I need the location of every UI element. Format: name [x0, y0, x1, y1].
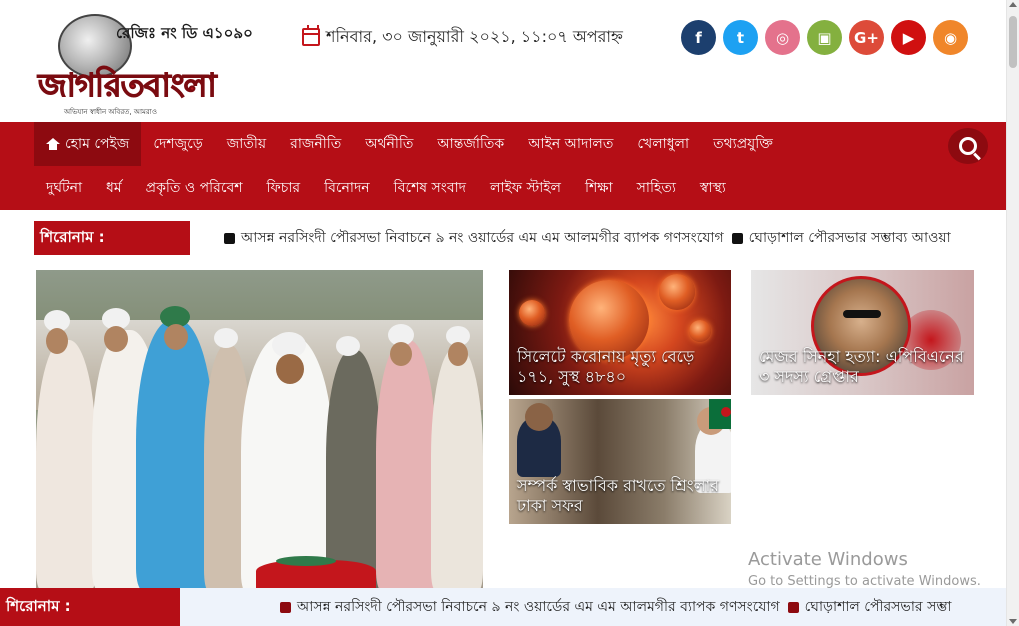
- bullet-icon: [787, 601, 799, 613]
- scroll-up-icon[interactable]: [1009, 2, 1017, 7]
- nav-item-row2-3[interactable]: ফিচার: [255, 166, 313, 210]
- current-date: শনিবার, ৩০ জানুয়ারী ২০২১, ১১:০৭ অপরাহ্ন: [302, 25, 623, 49]
- tile-caption: সম্পর্ক স্বাভাবিক রাখতে শ্রিংলার ঢাকা সফ…: [517, 476, 720, 515]
- facebook-icon[interactable]: f: [681, 20, 716, 55]
- news-tile-shringla[interactable]: সম্পর্ক স্বাভাবিক রাখতে শ্রিংলার ঢাকা সফ…: [509, 399, 731, 524]
- google-plus-icon[interactable]: G+: [849, 20, 884, 55]
- rss-icon[interactable]: ◉: [933, 20, 968, 55]
- nav-item-row2-5[interactable]: বিশেষ সংবাদ: [382, 166, 478, 210]
- nav-item-row2-7[interactable]: শিক্ষা: [573, 166, 625, 210]
- headline-ticker: শিরোনাম : আসন্ন নরসিংদী পৌরসভা নিবাচনে ৯…: [34, 221, 970, 255]
- scrollbar-thumb[interactable]: [1009, 16, 1017, 68]
- scroll-down-icon[interactable]: [1009, 619, 1017, 624]
- tile-caption: সিলেটে করোনায় মৃত্যু বেড়ে ১৭১, সুস্থ ৪…: [517, 347, 695, 386]
- nav-row-1: হোম পেইজ দেশজুড়ে জাতীয় রাজনীতি অর্থনীতি আন্…: [34, 122, 785, 166]
- nav-item-label: খেলাধুলা: [637, 136, 690, 152]
- nav-item-row2-1[interactable]: ধর্ম: [94, 166, 134, 210]
- nav-item-row2-4[interactable]: বিনোদন: [312, 166, 382, 210]
- nav-item-label: স্বাস্থ্য: [699, 180, 726, 196]
- sticky-headline-ticker: শিরোনাম : আসন্ন নরসিংদী পৌরসভা নিবাচনে ৯…: [0, 588, 1007, 626]
- nav-item-row1-3[interactable]: রাজনীতি: [278, 122, 353, 166]
- nav-item-label: বিনোদন: [324, 180, 370, 196]
- nav-item-label: অর্থনীতি: [365, 136, 414, 152]
- nav-item-label: জাতীয়: [226, 136, 267, 152]
- nav-item-row1-8[interactable]: তথ্যপ্রযুক্তি: [701, 122, 785, 166]
- nav-item-label: বিশেষ সংবাদ: [393, 180, 467, 196]
- ticker-headline-link[interactable]: ঘোড়াশাল পৌরসভার সম্ভাব্য আওয়া: [749, 226, 951, 250]
- nav-item-label: দুর্ঘটনা: [46, 180, 83, 196]
- nav-item-row2-6[interactable]: লাইফ স্টাইল: [478, 166, 573, 210]
- tile-caption: মেজর সিনহা হত্যা: এপিবিএনের ৩ সদস্য গ্রে…: [759, 347, 964, 386]
- bullet-icon: [224, 232, 235, 244]
- nav-item-label: ধর্ম: [106, 180, 122, 196]
- instagram-icon[interactable]: ◎: [765, 20, 800, 55]
- main-navigation: হোম পেইজ দেশজুড়ে জাতীয় রাজনীতি অর্থনীতি আন্…: [0, 122, 1007, 210]
- nav-row-2: দুর্ঘটনা ধর্ম প্রকৃতি ও পরিবেশ ফিচার বিনোদন ব…: [34, 166, 738, 210]
- nav-item-label: আন্তর্জাতিক: [437, 136, 505, 152]
- twitter-icon[interactable]: t: [723, 20, 758, 55]
- nav-item-label: প্রকৃতি ও পরিবেশ: [145, 180, 243, 196]
- bullet-icon: [731, 232, 743, 244]
- nav-item-row2-9[interactable]: স্বাস্থ্য: [688, 166, 738, 210]
- ticker-label: শিরোনাম :: [34, 221, 190, 255]
- site-header: রেজিঃ নং ডি এ১০৯০ জাগরিতবাংলা অভিযান স্ব…: [0, 0, 1007, 122]
- sticky-ticker-label: শিরোনাম :: [0, 588, 180, 626]
- news-tile-corona[interactable]: সিলেটে করোনায় মৃত্যু বেড়ে ১৭১, সুস্থ ৪…: [509, 270, 731, 395]
- ticker-headline-link[interactable]: আসন্ন নরসিংদী পৌরসভা নিবাচনে ৯ নং ওয়ার্…: [241, 226, 724, 250]
- site-logo[interactable]: রেজিঃ নং ডি এ১০৯০ জাগরিতবাংলা অভিযান স্ব…: [36, 12, 253, 116]
- nav-item-label: সাহিত্য: [636, 180, 676, 196]
- page-scrollbar[interactable]: [1006, 0, 1019, 626]
- nav-item-row2-8[interactable]: সাহিত্য: [625, 166, 688, 210]
- social-links: f t ◎ ▣ G+ ▶ ◉: [681, 20, 968, 55]
- nav-item-label: আইন আদালত: [528, 136, 614, 152]
- nav-item-label: রাজনীতি: [290, 136, 342, 152]
- home-icon: [46, 138, 60, 150]
- nav-item-row1-0[interactable]: হোম পেইজ: [34, 122, 142, 166]
- android-icon[interactable]: ▣: [807, 20, 842, 55]
- nav-item-row1-2[interactable]: জাতীয়: [215, 122, 278, 166]
- nav-item-row1-5[interactable]: আন্তর্জাতিক: [425, 122, 516, 166]
- nav-item-row1-4[interactable]: অর্থনীতি: [353, 122, 425, 166]
- bullet-icon: [280, 601, 291, 613]
- nav-item-label: শিক্ষা: [584, 180, 613, 196]
- nav-item-label: দেশজুড়ে: [153, 136, 203, 152]
- ticker-headline-link[interactable]: আসন্ন নরসিংদী পৌরসভা নিবাচনে ৯ নং ওয়ার্…: [297, 595, 780, 619]
- nav-item-row1-6[interactable]: আইন আদালত: [516, 122, 625, 166]
- nav-item-row2-2[interactable]: প্রকৃতি ও পরিবেশ: [134, 166, 255, 210]
- nav-item-row1-1[interactable]: দেশজুড়ে: [141, 122, 214, 166]
- sticky-ticker-track: আসন্ন নরসিংদী পৌরসভা নিবাচনে ৯ নং ওয়ার্…: [278, 588, 1007, 626]
- registration-number: রেজিঃ নং ডি এ১০৯০: [116, 24, 253, 42]
- nav-item-row1-7[interactable]: খেলাধুলা: [625, 122, 701, 166]
- nav-item-label: হোম পেইজ: [65, 136, 130, 152]
- youtube-icon[interactable]: ▶: [891, 20, 926, 55]
- nav-item-label: ফিচার: [266, 180, 301, 196]
- date-text: শনিবার, ৩০ জানুয়ারী ২০২১, ১১:০৭ অপরাহ্ন: [326, 26, 623, 46]
- calendar-icon: [302, 25, 320, 46]
- activate-windows-watermark: Activate Windows Go to Settings to activ…: [748, 549, 981, 589]
- news-tile-sinha[interactable]: মেজর সিনহা হত্যা: এপিবিএনের ৩ সদস্য গ্রে…: [751, 270, 974, 395]
- nav-item-row2-0[interactable]: দুর্ঘটনা: [34, 166, 94, 210]
- nav-item-label: তথ্যপ্রযুক্তি: [713, 136, 773, 152]
- ticker-headline-link[interactable]: ঘোড়াশাল পৌরসভার সম্ভা: [805, 595, 952, 619]
- search-icon: [959, 137, 977, 155]
- search-button[interactable]: [948, 128, 988, 164]
- featured-news-image[interactable]: [36, 270, 483, 588]
- ticker-track: আসন্ন নরসিংদী পৌরসভা নিবাচনে ৯ নং ওয়ার্…: [222, 221, 970, 255]
- brand-tagline: অভিযান স্বাধীন অবিরত, আমরাও: [64, 108, 157, 116]
- nav-item-label: লাইফ স্টাইল: [490, 180, 561, 196]
